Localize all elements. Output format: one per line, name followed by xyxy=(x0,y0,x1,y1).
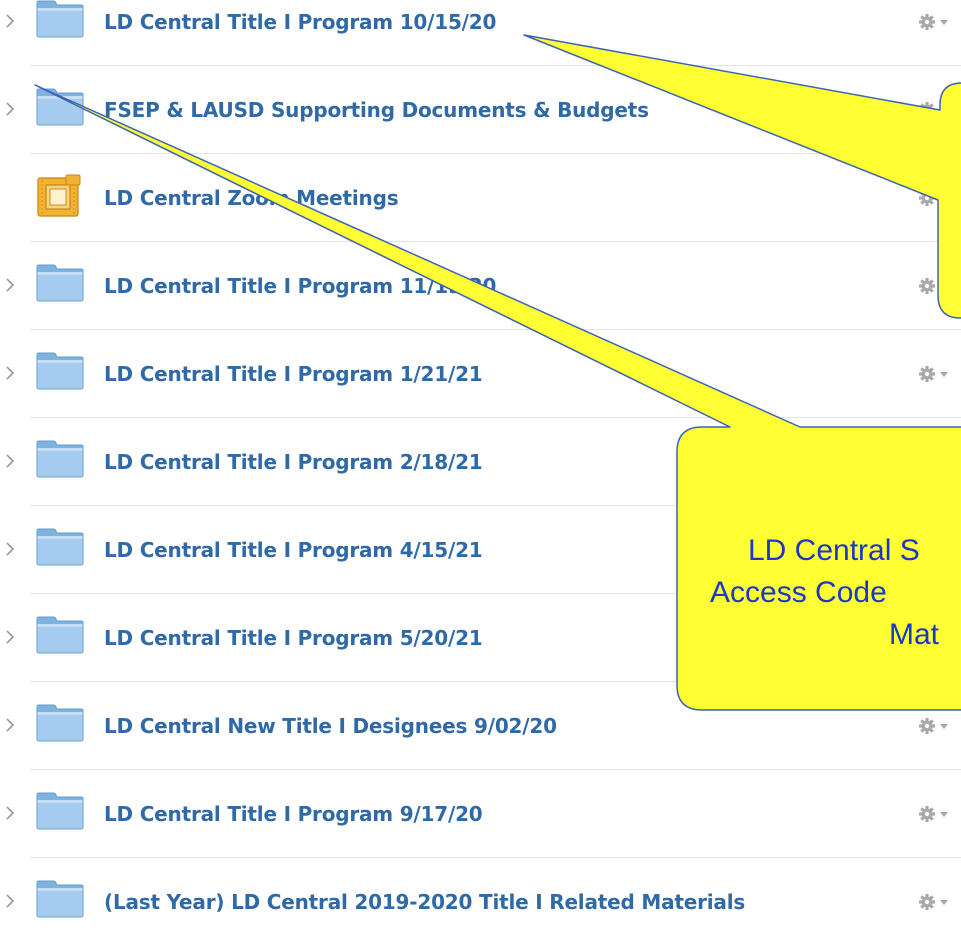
folder-row-label[interactable]: LD Central Title I Program 10/15/20 xyxy=(104,10,496,34)
chevron-right-icon[interactable] xyxy=(3,452,17,470)
callout-text-line-2: Access Code xyxy=(710,576,887,609)
folder-row[interactable]: LD Central Title I Program 11/19/20 xyxy=(0,242,961,330)
gear-menu-icon[interactable] xyxy=(918,804,958,824)
folder-icon[interactable] xyxy=(36,264,84,302)
gear-menu-icon[interactable] xyxy=(918,452,958,472)
folder-row[interactable]: LD Central Title I Program 10/15/20 xyxy=(0,0,961,66)
folder-row[interactable]: LD Central Title I Program 2/18/21 xyxy=(0,418,961,506)
chevron-right-icon[interactable] xyxy=(3,12,17,30)
chevron-right-icon[interactable] xyxy=(3,540,17,558)
gear-menu-icon[interactable] xyxy=(918,364,958,384)
gear-menu-icon[interactable] xyxy=(918,100,958,120)
folder-icon[interactable] xyxy=(36,880,84,918)
folder-icon[interactable] xyxy=(36,528,84,566)
folder-row-label[interactable]: LD Central Title I Program 11/19/20 xyxy=(104,274,496,298)
folder-row[interactable]: (Last Year) LD Central 2019-2020 Title I… xyxy=(0,858,961,937)
folder-row[interactable]: LD Central Title I Program 1/21/21 xyxy=(0,330,961,418)
chevron-right-icon[interactable] xyxy=(3,716,17,734)
chevron-right-icon[interactable] xyxy=(3,628,17,646)
folder-icon[interactable] xyxy=(36,88,84,126)
folder-icon[interactable] xyxy=(36,616,84,654)
folder-icon[interactable] xyxy=(36,440,84,478)
folder-row-label[interactable]: LD Central Title I Program 4/15/21 xyxy=(104,538,483,562)
chevron-right-icon[interactable] xyxy=(3,364,17,382)
gear-menu-icon[interactable] xyxy=(918,188,958,208)
zoom-meetings-icon[interactable] xyxy=(36,174,86,218)
gear-menu-icon[interactable] xyxy=(918,892,958,912)
chevron-right-icon[interactable] xyxy=(3,276,17,294)
gear-menu-icon[interactable] xyxy=(918,12,958,32)
folder-row-label[interactable]: LD Central New Title I Designees 9/02/20 xyxy=(104,714,557,738)
folder-icon[interactable] xyxy=(36,352,84,390)
folder-row[interactable]: LD Central Zoom Meetings xyxy=(0,154,961,242)
folder-icon[interactable] xyxy=(36,792,84,830)
folder-row[interactable]: FSEP & LAUSD Supporting Documents & Budg… xyxy=(0,66,961,154)
folder-row-label[interactable]: LD Central Title I Program 1/21/21 xyxy=(104,362,483,386)
folder-icon[interactable] xyxy=(36,704,84,742)
chevron-right-icon[interactable] xyxy=(3,804,17,822)
folder-row-label[interactable]: (Last Year) LD Central 2019-2020 Title I… xyxy=(104,890,745,914)
folder-row-label[interactable]: LD Central Title I Program 9/17/20 xyxy=(104,802,483,826)
folder-row-label[interactable]: FSEP & LAUSD Supporting Documents & Budg… xyxy=(104,98,649,122)
chevron-right-icon[interactable] xyxy=(3,892,17,910)
gear-menu-icon[interactable] xyxy=(918,276,958,296)
folder-row-label[interactable]: LD Central Title I Program 2/18/21 xyxy=(104,450,483,474)
callout-text-line-3: Mat xyxy=(889,618,940,651)
folder-row[interactable]: LD Central Title I Program 9/17/20 xyxy=(0,770,961,858)
folder-icon[interactable] xyxy=(36,0,84,38)
folder-row-label[interactable]: LD Central Title I Program 5/20/21 xyxy=(104,626,483,650)
gear-menu-icon[interactable] xyxy=(918,716,958,736)
callout-text-line-1: LD Central S xyxy=(748,534,920,567)
page: LD Central Title I Program 10/15/20 FSEP … xyxy=(0,0,961,937)
folder-row-label[interactable]: LD Central Zoom Meetings xyxy=(104,186,399,210)
chevron-right-icon[interactable] xyxy=(3,100,17,118)
folder-row[interactable]: LD Central New Title I Designees 9/02/20 xyxy=(0,682,961,770)
